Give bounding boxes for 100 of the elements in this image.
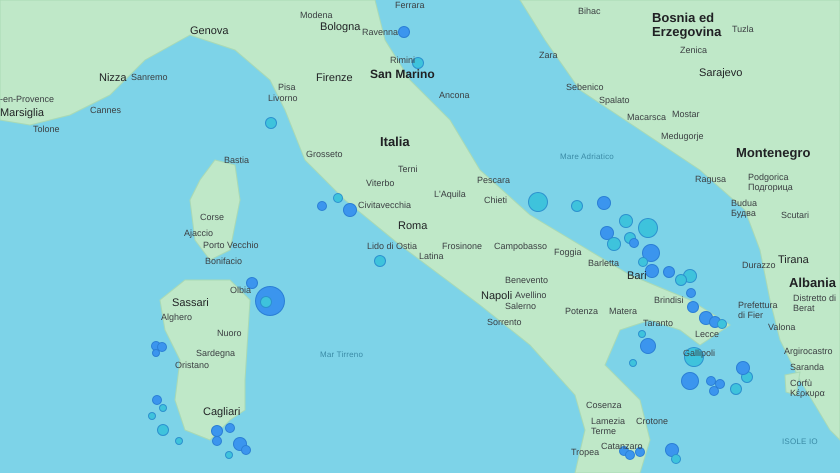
- data-marker[interactable]: [681, 372, 699, 390]
- city-label: Civitavecchia: [358, 200, 412, 210]
- data-marker[interactable]: [629, 359, 637, 367]
- data-marker[interactable]: [333, 193, 343, 203]
- data-marker[interactable]: [528, 192, 548, 212]
- city-label: Cosenza: [586, 400, 622, 410]
- data-marker[interactable]: [640, 338, 656, 354]
- city-label: L'Aquila: [434, 189, 466, 199]
- data-marker[interactable]: [175, 437, 183, 445]
- city-label: Firenze: [316, 72, 353, 84]
- city-label: Ravenna: [362, 27, 398, 37]
- data-marker[interactable]: [148, 412, 156, 420]
- data-marker[interactable]: [607, 237, 621, 251]
- city-label: Genova: [190, 25, 229, 37]
- data-marker[interactable]: [715, 379, 725, 389]
- data-marker[interactable]: [233, 437, 247, 451]
- city-label: Sanremo: [131, 72, 168, 82]
- city-label: Ajaccio: [184, 228, 214, 238]
- country-label: Albania: [789, 276, 836, 290]
- data-marker[interactable]: [225, 423, 235, 433]
- data-marker[interactable]: [642, 244, 660, 262]
- data-marker[interactable]: [212, 436, 222, 446]
- city-label: Saranda: [790, 362, 824, 372]
- city-label: Marsiglia: [0, 107, 44, 119]
- city-label: Zenica: [680, 45, 708, 55]
- city-label: Ancona: [439, 90, 470, 100]
- data-marker[interactable]: [317, 201, 327, 211]
- city-label: Oristano: [175, 360, 210, 370]
- data-marker[interactable]: [600, 226, 614, 240]
- data-marker[interactable]: [663, 266, 675, 278]
- data-marker[interactable]: [152, 349, 160, 357]
- data-marker[interactable]: [571, 200, 583, 212]
- city-label: Frosinone: [442, 241, 482, 251]
- city-label: Sassari: [172, 297, 209, 309]
- data-marker[interactable]: [374, 255, 386, 267]
- data-marker[interactable]: [675, 274, 687, 286]
- city-label: Taranto: [643, 318, 674, 328]
- data-marker[interactable]: [159, 404, 167, 412]
- city-label: Gallipoli: [683, 348, 716, 358]
- city-label: Podgorica Подгорица: [748, 172, 794, 192]
- city-label: Mostar: [672, 109, 700, 119]
- data-marker[interactable]: [265, 117, 277, 129]
- city-label: Catanzaro: [601, 441, 643, 451]
- city-label: Durazzo: [742, 260, 776, 270]
- data-marker[interactable]: [157, 424, 169, 436]
- city-label: Porto Vecchio: [203, 240, 259, 250]
- city-label: Distretto di Berat: [793, 293, 838, 313]
- country-label: San Marino: [370, 68, 435, 81]
- city-label: Tolone: [33, 124, 60, 134]
- data-marker[interactable]: [152, 395, 162, 405]
- city-label: Salerno: [505, 301, 536, 311]
- city-label: Sorrento: [487, 317, 522, 327]
- city-label: Cagliari: [203, 406, 240, 418]
- city-label: Latina: [419, 251, 444, 261]
- city-label: Tirana: [778, 254, 809, 266]
- city-label: Lecce: [695, 329, 720, 339]
- country-label: Bosnia ed Erzegovina: [652, 11, 722, 39]
- data-marker[interactable]: [398, 26, 410, 38]
- city-label: Viterbo: [366, 178, 394, 188]
- data-marker[interactable]: [597, 196, 611, 210]
- data-marker[interactable]: [241, 445, 251, 455]
- city-label: Pescara: [477, 175, 510, 185]
- city-label: Macarsca: [627, 112, 666, 122]
- city-label: Terni: [398, 164, 418, 174]
- city-label: Nizza: [99, 72, 127, 84]
- data-marker[interactable]: [638, 330, 646, 338]
- city-label: Potenza: [565, 306, 598, 316]
- data-marker[interactable]: [665, 443, 679, 457]
- data-marker[interactable]: [638, 257, 648, 267]
- data-marker[interactable]: [225, 451, 233, 459]
- city-label: Zara: [539, 50, 558, 60]
- city-label: Grosseto: [306, 149, 343, 159]
- data-marker[interactable]: [638, 218, 658, 238]
- city-label: -en-Provence: [0, 94, 54, 104]
- city-label: Alghero: [161, 312, 192, 322]
- city-label: Tropea: [571, 447, 600, 457]
- city-label: Tuzla: [732, 24, 754, 34]
- city-label: Brindisi: [654, 295, 684, 305]
- data-marker[interactable]: [157, 342, 167, 352]
- data-marker[interactable]: [629, 238, 639, 248]
- data-marker[interactable]: [255, 286, 285, 316]
- data-marker[interactable]: [706, 376, 716, 386]
- city-label: Pisa: [278, 82, 296, 92]
- city-label: Spalato: [599, 95, 630, 105]
- city-label: Corse: [200, 212, 224, 222]
- city-label: Prefettura di Fier: [738, 300, 776, 320]
- data-marker[interactable]: [686, 288, 696, 298]
- data-marker[interactable]: [619, 214, 633, 228]
- city-label: Avellino: [515, 290, 546, 300]
- city-label: Sebenico: [566, 82, 604, 92]
- data-marker[interactable]: [736, 361, 750, 375]
- data-marker[interactable]: [671, 454, 681, 464]
- city-label: Benevento: [505, 275, 548, 285]
- city-label: Napoli: [481, 290, 512, 302]
- data-marker[interactable]: [717, 319, 727, 329]
- city-label: Modena: [300, 10, 333, 20]
- data-marker[interactable]: [730, 383, 742, 395]
- data-marker[interactable]: [343, 203, 357, 217]
- data-marker[interactable]: [645, 264, 659, 278]
- data-marker[interactable]: [709, 386, 719, 396]
